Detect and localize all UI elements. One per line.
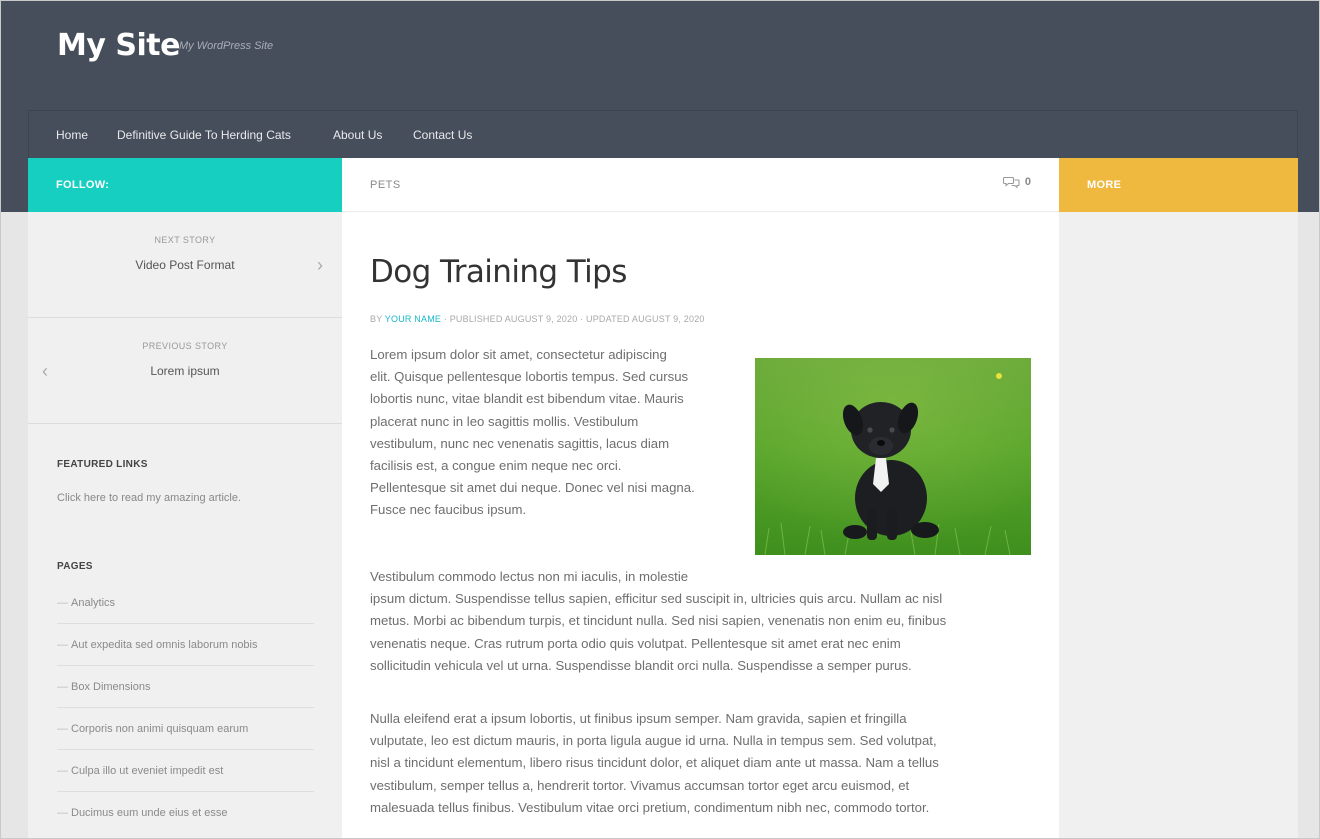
page-item-label: Box Dimensions <box>71 681 151 693</box>
paragraph-3: Nulla eleifend erat a ipsum lobortis, ut… <box>370 708 939 819</box>
page-item[interactable]: — Aut expedita sed omnis laborum nobis <box>57 624 314 666</box>
text-line: Nulla eleifend erat a ipsum lobortis, ut… <box>370 711 907 726</box>
text-line: malesuada tellus finibus. Vestibulum vit… <box>370 799 930 815</box>
post-title: Dog Training Tips <box>370 254 627 290</box>
page-item[interactable]: — Box Dimensions <box>57 666 314 708</box>
page-item[interactable]: — Corporis non animi quisquam earum <box>57 708 314 750</box>
nav-item-contact[interactable]: Contact Us <box>413 128 472 142</box>
text-line: elit. Quisque pellentesque lobortis temp… <box>370 369 689 385</box>
nav-item-about[interactable]: About Us <box>333 128 382 142</box>
more-bar[interactable]: MORE <box>1059 158 1298 212</box>
page-item-label: Aut expedita sed omnis laborum nobis <box>71 639 258 651</box>
main-content: PETS 0 Dog Training Tips BY YOUR NAME · … <box>342 158 1059 839</box>
text-line: Lorem ipsum dolor sit amet, consectetur … <box>370 347 667 362</box>
more-label: MORE <box>1087 179 1122 191</box>
right-sidebar: MORE <box>1059 158 1298 839</box>
previous-story-kicker: PREVIOUS STORY <box>142 341 228 351</box>
pages-title: PAGES <box>57 561 93 572</box>
main-nav: Home Definitive Guide To Herding Cats Ab… <box>28 110 1298 158</box>
follow-label: FOLLOW: <box>56 179 110 191</box>
puppy-photo <box>755 358 1031 555</box>
left-sidebar: FOLLOW: NEXT STORY Video Post Format › P… <box>28 158 342 839</box>
text-line: facilisis est, a congue enim neque nec o… <box>370 458 622 474</box>
page-item-label: Culpa illo ut eveniet impedit est <box>71 765 224 777</box>
featured-links-title: FEATURED LINKS <box>57 459 148 470</box>
text-line: lobortis nunc, vitae blandit est bibendu… <box>370 391 684 407</box>
featured-link[interactable]: Click here to read my amazing article. <box>57 492 241 504</box>
text-line: venenatis neque. Cras rutrum porta odio … <box>370 635 901 651</box>
follow-bar: FOLLOW: <box>28 158 342 212</box>
meta-dates: · PUBLISHED AUGUST 9, 2020 · UPDATED AUG… <box>443 314 705 324</box>
category-link[interactable]: PETS <box>370 179 401 191</box>
next-story-title[interactable]: Video Post Format <box>28 258 342 272</box>
site-tagline: My WordPress Site <box>179 40 274 52</box>
author-link[interactable]: YOUR NAME <box>385 314 441 324</box>
text-line: vestibulum, semper tellus a, hendrerit t… <box>370 777 910 793</box>
text-line: ipsum dictum. Suspendisse tellus sapien,… <box>370 591 943 607</box>
paragraph-1: Lorem ipsum dolor sit amet, consectetur … <box>370 344 695 522</box>
previous-story[interactable]: PREVIOUS STORY Lorem ipsum ‹ <box>28 318 342 424</box>
meta-by: BY <box>370 314 383 324</box>
text-line: Vestibulum commodo lectus non mi iaculis… <box>370 569 689 584</box>
page-item[interactable]: — Analytics <box>57 582 314 624</box>
text-line: sollicitudin vehicula vel ut urna. Suspe… <box>370 657 912 673</box>
paragraph-2: Vestibulum commodo lectus non mi iaculis… <box>370 566 946 677</box>
text-line: Fusce nec faucibus ipsum. <box>370 502 527 518</box>
comment-count: 0 <box>1024 176 1031 188</box>
chevron-left-icon[interactable]: ‹ <box>42 361 48 382</box>
text-line: vulputate, leo est dictum mauris, in por… <box>370 733 937 749</box>
text-line: placerat nunc in leo sagittis mollis. Ve… <box>370 413 639 429</box>
page-item[interactable]: — Ducimus eum unde eius et esse <box>57 792 314 834</box>
text-line: Pellentesque sit amet dui neque. Donec v… <box>370 480 695 496</box>
nav-item-home[interactable]: Home <box>56 128 88 142</box>
text-line: metus. Morbi ac bibendum turpis, et tinc… <box>370 613 947 629</box>
page-item-label: Corporis non animi quisquam earum <box>71 723 249 735</box>
page-item-label: Analytics <box>71 597 116 609</box>
text-line: vestibulum, nunc nec venenatis sagittis,… <box>370 435 670 451</box>
next-story[interactable]: NEXT STORY Video Post Format › <box>28 212 342 318</box>
comments-link[interactable]: 0 <box>1002 176 1031 188</box>
next-story-kicker: NEXT STORY <box>154 235 216 245</box>
page-item-label: Ducimus eum unde eius et esse <box>71 807 228 819</box>
category-bar: PETS 0 <box>342 158 1059 212</box>
text-line: nisl a tincidunt elementum, libero risus… <box>370 755 939 771</box>
post-meta: BY YOUR NAME · PUBLISHED AUGUST 9, 2020 … <box>370 314 705 324</box>
nav-item-herding-cats[interactable]: Definitive Guide To Herding Cats <box>117 128 291 142</box>
site-title[interactable]: My Site <box>57 28 180 63</box>
page-item[interactable]: — Culpa illo ut eveniet impedit est <box>57 750 314 792</box>
previous-story-title[interactable]: Lorem ipsum <box>28 364 342 378</box>
chevron-right-icon[interactable]: › <box>317 255 323 276</box>
speech-bubbles-icon <box>1002 176 1020 188</box>
